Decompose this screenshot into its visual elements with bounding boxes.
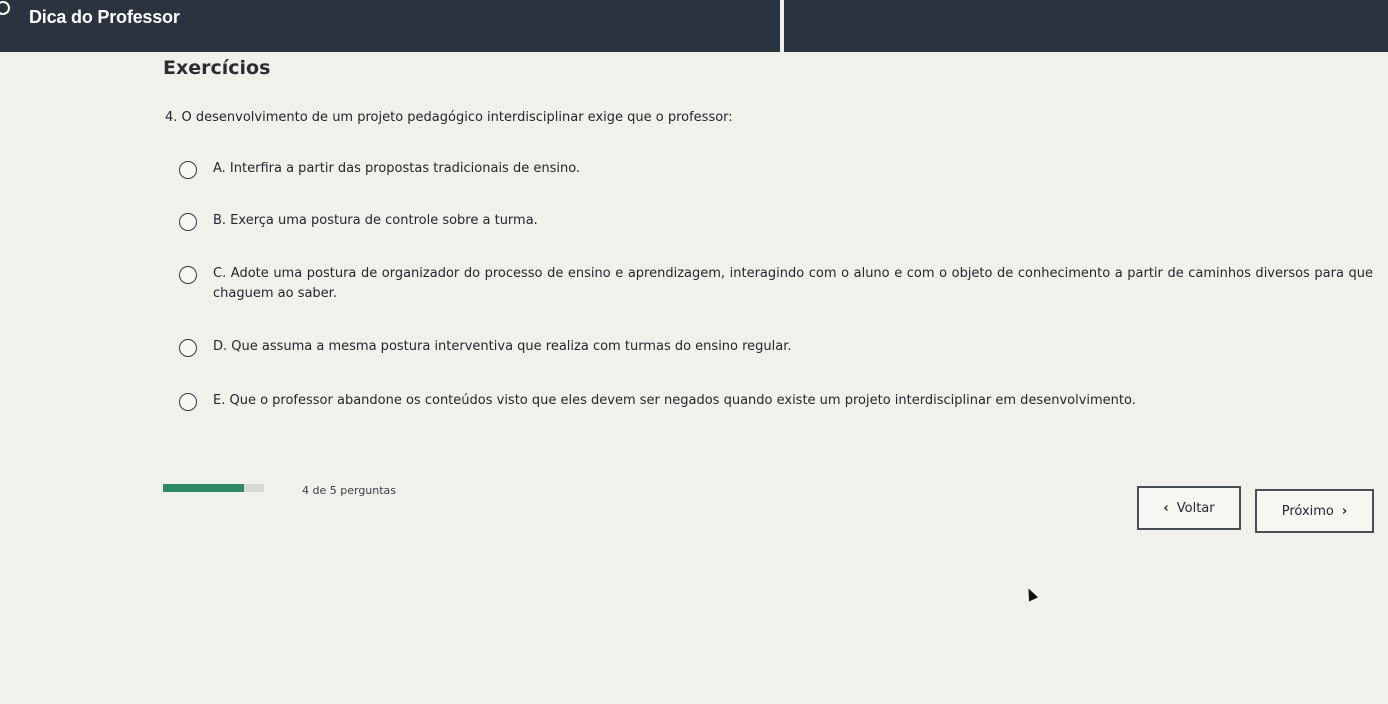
radio-button[interactable] xyxy=(179,161,197,179)
option-label: C. Adote uma postura de organizador do p… xyxy=(213,266,1373,301)
option-label: E. Que o professor abandone os conteúdos… xyxy=(213,393,1136,408)
chevron-right-icon: › xyxy=(1341,503,1348,519)
radio-button[interactable] xyxy=(179,393,197,411)
progress-bar xyxy=(163,484,264,492)
option-label: D. Que assuma a mesma postura interventi… xyxy=(213,339,792,354)
chevron-left-icon: ‹ xyxy=(1163,500,1169,516)
option-label: A. Interfira a partir das propostas trad… xyxy=(213,161,581,176)
section-title: Exercícios xyxy=(163,57,271,79)
top-bar: Dica do Professor xyxy=(0,0,1388,52)
content-area xyxy=(0,52,1388,704)
next-button-label: Próximo xyxy=(1281,503,1334,519)
back-button-label: Voltar xyxy=(1176,500,1215,516)
radio-button[interactable] xyxy=(179,213,197,231)
next-button[interactable]: Próximo › xyxy=(1255,489,1374,533)
back-arrow-icon[interactable] xyxy=(0,1,10,15)
radio-button[interactable] xyxy=(179,339,197,357)
progress-label: 4 de 5 perguntas xyxy=(302,484,397,497)
back-button[interactable]: ‹ Voltar xyxy=(1137,486,1241,530)
question-text: 4. O desenvolvimento de um projeto pedag… xyxy=(165,110,733,125)
option-label: B. Exerça uma postura de controle sobre … xyxy=(213,213,538,228)
topbar-divider xyxy=(780,0,784,52)
radio-button[interactable] xyxy=(179,266,197,284)
app-title: Dica do Professor xyxy=(29,7,180,27)
progress-bar-fill xyxy=(163,484,244,492)
